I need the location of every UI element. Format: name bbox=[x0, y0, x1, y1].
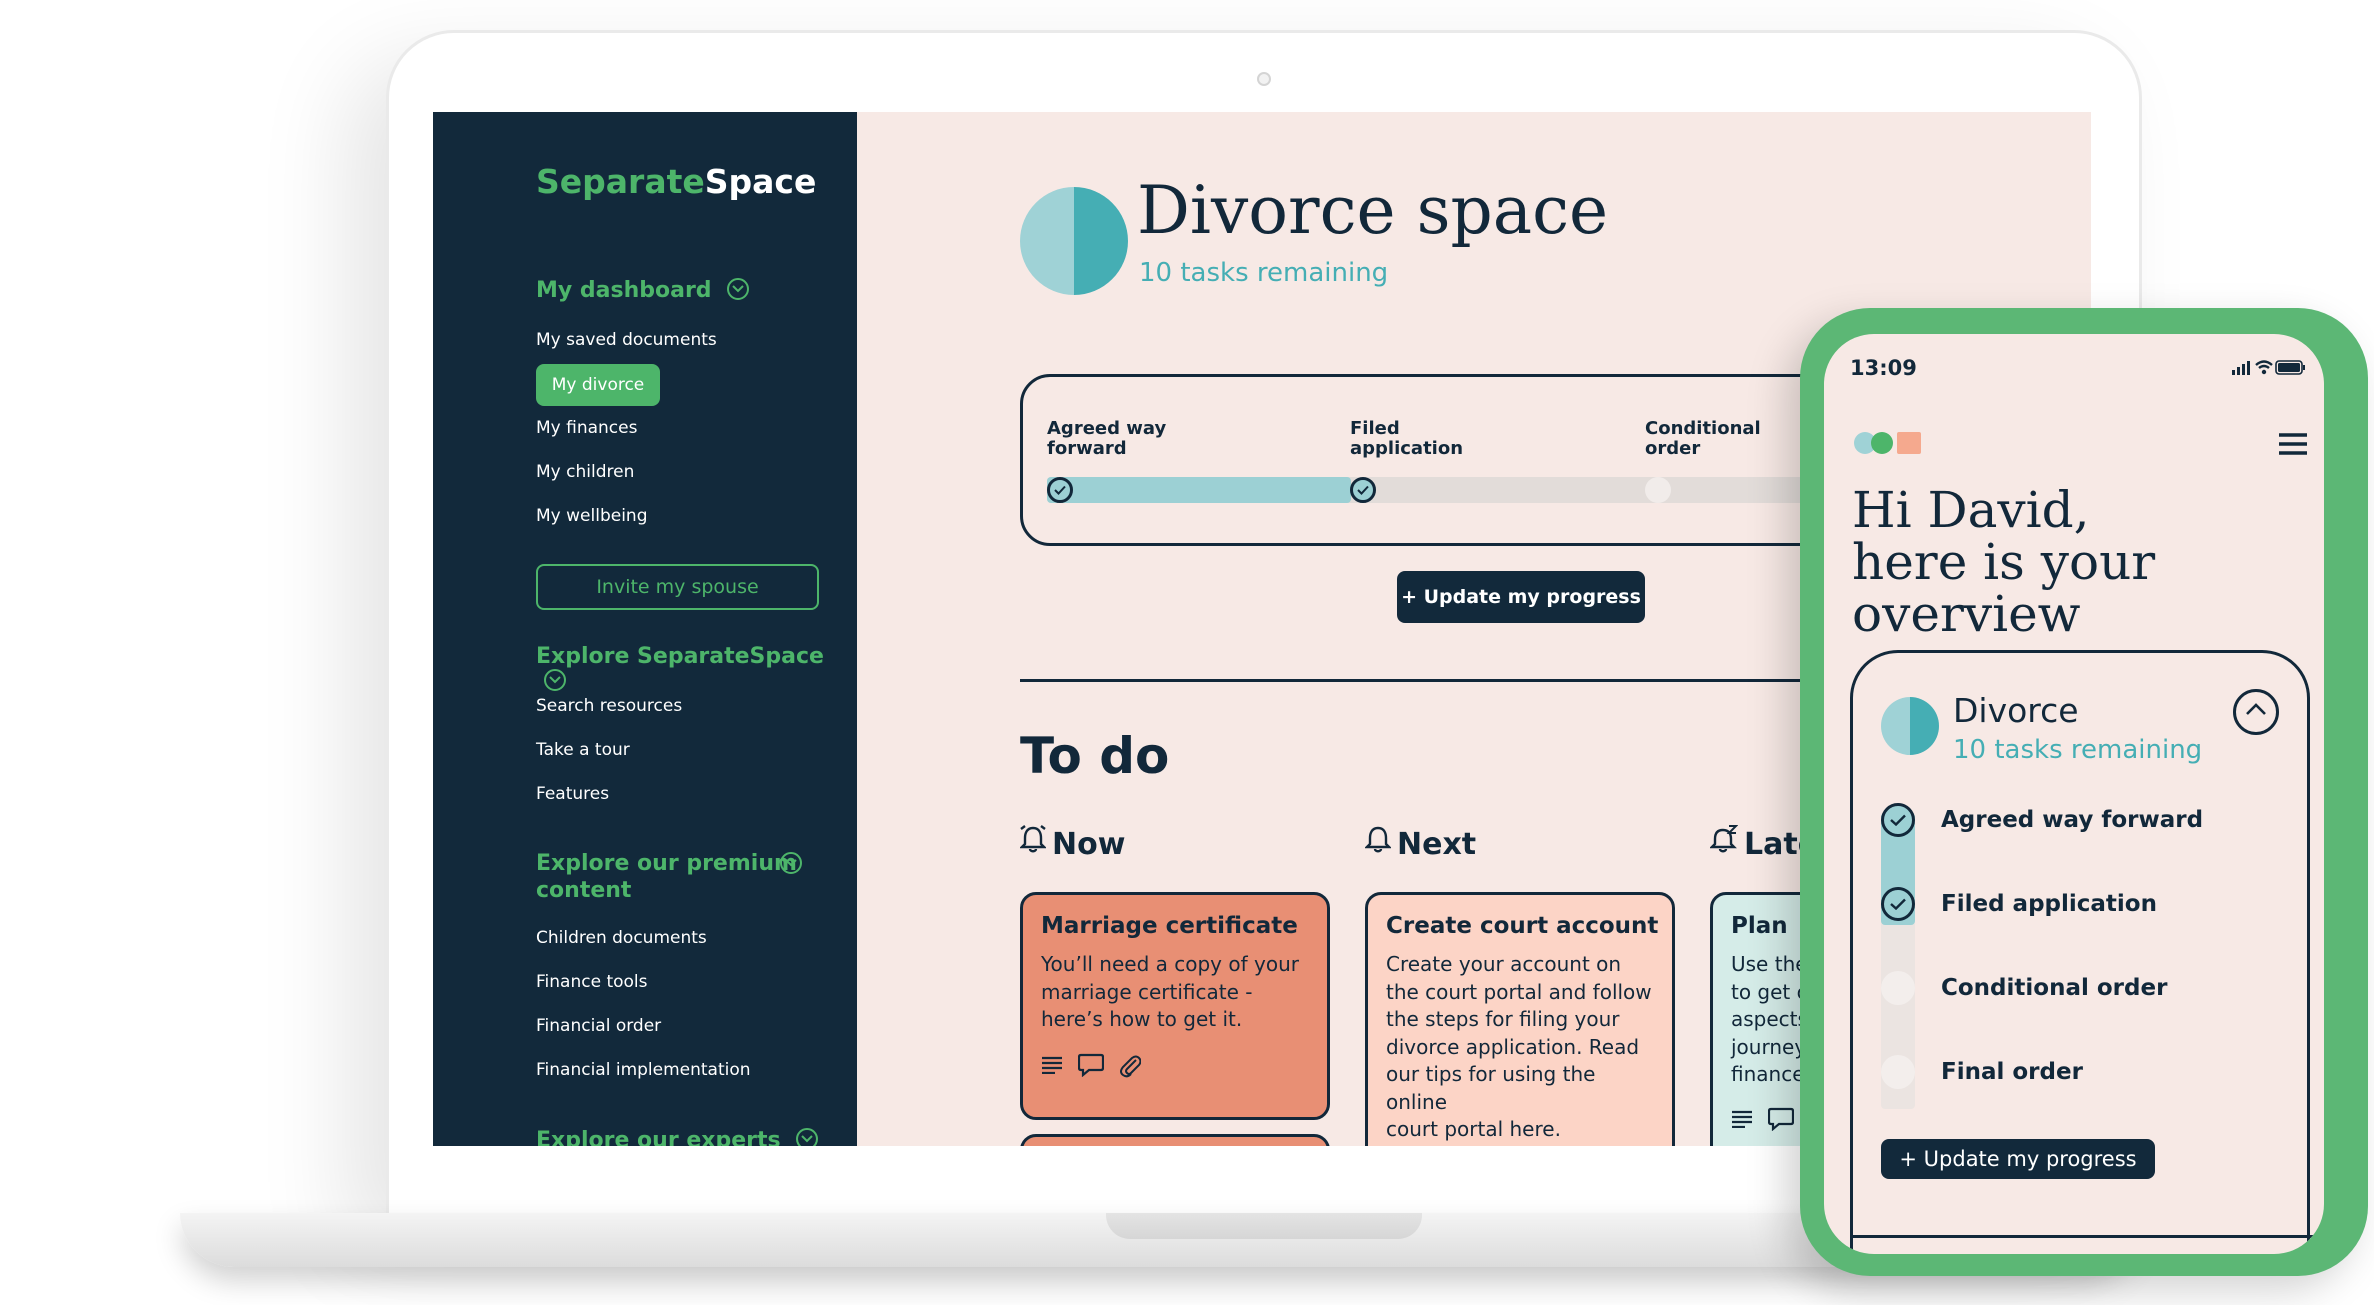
chevron-down-icon bbox=[780, 852, 802, 874]
update-progress-button[interactable]: + Update my progress bbox=[1881, 1139, 2155, 1179]
stage-label-filed: Filed application bbox=[1350, 418, 1464, 459]
bell-snooze-icon bbox=[1019, 824, 1047, 861]
column-next: Next bbox=[1364, 825, 1477, 864]
sidebar-item-my-divorce[interactable]: My divorce bbox=[536, 364, 660, 406]
check-icon bbox=[1881, 803, 1915, 837]
progress-fill bbox=[1047, 477, 1351, 503]
update-progress-button[interactable]: + Update my progress bbox=[1397, 571, 1645, 623]
card-icons bbox=[1041, 1052, 1309, 1082]
sidebar-item-saved-documents[interactable]: My saved documents bbox=[536, 330, 717, 350]
bell-icon bbox=[1364, 825, 1392, 861]
sidebar-heading-explore[interactable]: Explore SeparateSpace bbox=[536, 644, 857, 694]
card-title: Divorce bbox=[1953, 691, 2079, 730]
paperclip-icon[interactable] bbox=[1119, 1052, 1142, 1082]
laptop-notch bbox=[1106, 1213, 1422, 1239]
column-now: Now bbox=[1019, 824, 1126, 864]
chevron-down-icon bbox=[727, 278, 750, 300]
check-icon bbox=[1881, 887, 1915, 921]
column-now-label: Now bbox=[1052, 827, 1126, 862]
premium-heading-line-1: Explore our premium bbox=[536, 851, 797, 876]
sidebar-item-financial-order[interactable]: Financial order bbox=[536, 1016, 661, 1036]
check-icon bbox=[1047, 477, 1073, 503]
stage-conditional-order: Conditional order bbox=[1941, 975, 2168, 1001]
tasks-remaining: 10 tasks remaining bbox=[1953, 735, 2203, 765]
card-title: Marriage certificate bbox=[1041, 913, 1298, 939]
greeting: Hi David, here is your overview bbox=[1852, 481, 2156, 643]
stage-final-order: Final order bbox=[1941, 1059, 2083, 1085]
invite-spouse-button[interactable]: Invite my spouse bbox=[536, 564, 819, 610]
sidebar-item-take-tour[interactable]: Take a tour bbox=[536, 740, 630, 760]
dashboard-heading-label: My dashboard bbox=[536, 278, 712, 303]
card-title: Create court account bbox=[1386, 913, 1659, 939]
explore-heading-label: Explore SeparateSpace bbox=[536, 644, 824, 669]
divorce-half-circle-icon bbox=[1881, 697, 1939, 755]
stage-filed-application: Filed application bbox=[1941, 891, 2157, 917]
stage-label-conditional: Conditional order bbox=[1645, 418, 1761, 459]
comment-icon[interactable] bbox=[1767, 1107, 1795, 1135]
sidebar: SeparateSpace My dashboard My saved docu… bbox=[433, 112, 857, 1146]
check-icon bbox=[1350, 477, 1376, 503]
brand-logo[interactable]: SeparateSpace bbox=[536, 162, 816, 201]
hamburger-menu-icon[interactable] bbox=[2278, 432, 2308, 460]
task-card-next[interactable] bbox=[1020, 1134, 1330, 1146]
sidebar-item-children-documents[interactable]: Children documents bbox=[536, 928, 707, 948]
pending-dot bbox=[1881, 1055, 1915, 1089]
tasks-remaining: 10 tasks remaining bbox=[1139, 258, 1389, 288]
signal-wifi-battery-icon bbox=[2232, 360, 2305, 375]
pending-dot bbox=[1881, 971, 1915, 1005]
sidebar-item-finance-tools[interactable]: Finance tools bbox=[536, 972, 648, 992]
divorce-half-circle-icon bbox=[1020, 187, 1128, 295]
comment-icon[interactable] bbox=[1077, 1053, 1105, 1081]
laptop-camera bbox=[1257, 72, 1271, 86]
brand-part-1: Separate bbox=[536, 162, 705, 201]
sidebar-item-search-resources[interactable]: Search resources bbox=[536, 696, 682, 716]
stage-label-agreed: Agreed way forward bbox=[1047, 418, 1167, 459]
notes-icon[interactable] bbox=[1731, 1110, 1753, 1132]
divider bbox=[1853, 1235, 2313, 1238]
sidebar-item-finances[interactable]: My finances bbox=[536, 418, 637, 438]
divorce-overview-card: Divorce 10 tasks remaining Agreed way fo… bbox=[1850, 650, 2313, 1254]
card-body: Create your account on the court portal … bbox=[1386, 952, 1652, 1141]
sidebar-heading-premium[interactable]: Explore our premium content bbox=[536, 850, 797, 904]
notes-icon[interactable] bbox=[1041, 1056, 1063, 1078]
sidebar-item-features[interactable]: Features bbox=[536, 784, 609, 804]
phone-frame: 13:09 Hi David, here is your overview Di… bbox=[1800, 308, 2368, 1276]
status-time: 13:09 bbox=[1850, 356, 1917, 380]
column-next-label: Next bbox=[1397, 827, 1477, 862]
sidebar-heading-dashboard[interactable]: My dashboard bbox=[536, 278, 750, 303]
premium-heading-line-2: content bbox=[536, 878, 632, 903]
sidebar-item-wellbeing[interactable]: My wellbeing bbox=[536, 506, 647, 526]
chevron-up-icon[interactable] bbox=[2233, 689, 2279, 735]
sidebar-heading-experts[interactable]: Explore our experts bbox=[536, 1128, 819, 1146]
bell-snooze-icon bbox=[1709, 824, 1739, 861]
task-card-create-court-account[interactable]: Create court account Create your account… bbox=[1365, 892, 1675, 1146]
task-card-marriage-certificate[interactable]: Marriage certificate You’ll need a copy … bbox=[1020, 892, 1330, 1120]
app-logo-icon[interactable] bbox=[1852, 430, 1924, 460]
premium-chevron[interactable] bbox=[780, 852, 802, 877]
brand-part-2: Space bbox=[704, 162, 817, 201]
phone-screen: 13:09 Hi David, here is your overview Di… bbox=[1824, 334, 2324, 1254]
chevron-down-icon bbox=[796, 1128, 819, 1146]
page-title: Divorce space bbox=[1137, 172, 1609, 249]
stage-agreed-way-forward: Agreed way forward bbox=[1941, 807, 2204, 833]
experts-heading-label: Explore our experts bbox=[536, 1128, 781, 1146]
sidebar-item-financial-implementation[interactable]: Financial implementation bbox=[536, 1060, 751, 1080]
todo-heading: To do bbox=[1020, 727, 1170, 785]
chevron-down-icon bbox=[544, 669, 566, 691]
card-body: You’ll need a copy of your marriage cert… bbox=[1041, 952, 1299, 1031]
sidebar-item-children[interactable]: My children bbox=[536, 462, 634, 482]
status-icons bbox=[2232, 358, 2306, 380]
pending-dot bbox=[1645, 477, 1671, 503]
